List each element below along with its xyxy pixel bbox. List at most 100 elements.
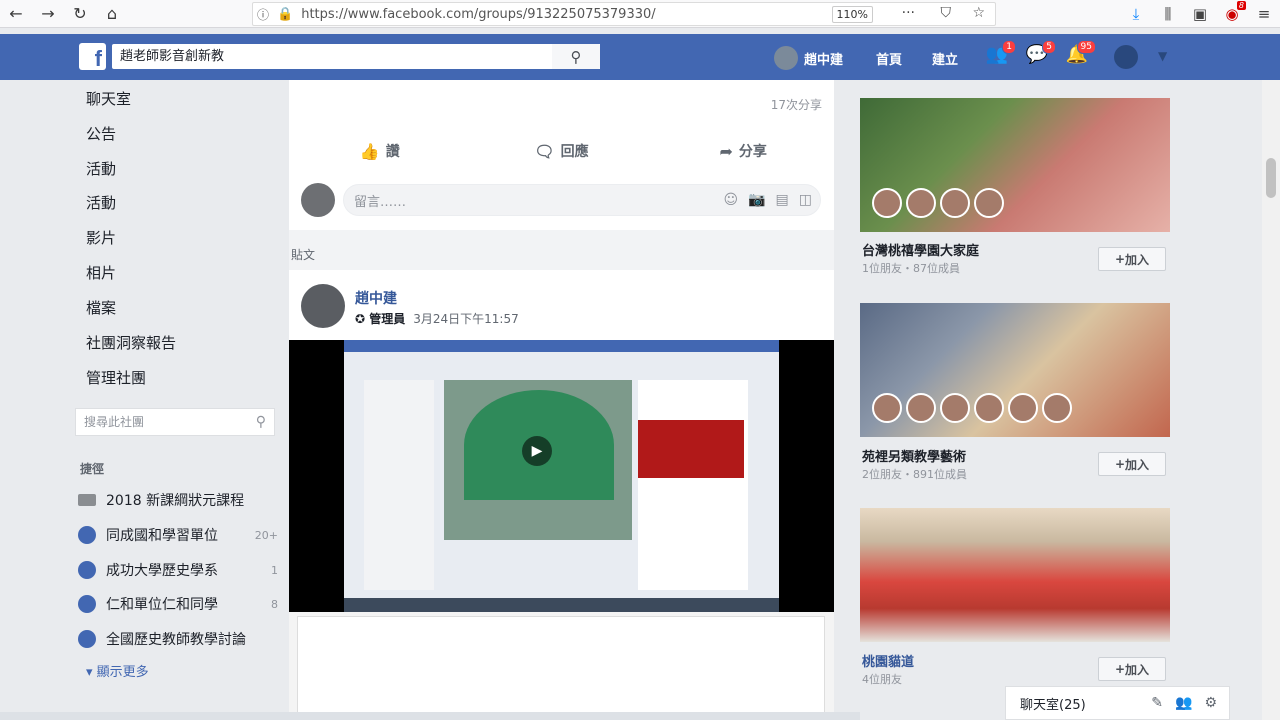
bookmark-star-icon[interactable]: ☆ xyxy=(972,5,985,21)
nav-videos[interactable]: 影片 xyxy=(86,227,116,248)
post-meta: ✪ 管理員 3月24日下午11:57 xyxy=(355,310,519,327)
screen-right-panel xyxy=(638,380,748,590)
messenger-icon[interactable]: 💬 5 xyxy=(1024,40,1056,70)
video-player[interactable]: ▶ xyxy=(289,340,834,612)
camera-icon[interactable]: 📷 xyxy=(748,192,765,208)
avatar[interactable] xyxy=(301,284,345,328)
nav-activity[interactable]: 活動 xyxy=(86,192,116,213)
screen-taskbar xyxy=(344,598,779,612)
nav-files[interactable]: 檔案 xyxy=(86,297,116,318)
screen-photo xyxy=(638,420,744,478)
show-more-link[interactable]: ▾ 顯示更多 xyxy=(86,661,149,680)
group-count: 20+ xyxy=(254,528,278,542)
group-icon xyxy=(78,561,96,579)
play-icon[interactable]: ▶ xyxy=(522,436,552,466)
group-cover-image[interactable] xyxy=(860,303,1170,437)
account-menu-icon[interactable]: ▼ xyxy=(1158,49,1167,63)
page-scrollbar[interactable] xyxy=(1262,80,1280,720)
library-icon[interactable]: ⫼ xyxy=(1152,5,1184,23)
nav-manage-group[interactable]: 管理社團 xyxy=(86,367,146,388)
download-icon[interactable]: ⤓ xyxy=(1120,5,1152,23)
quick-help-icon[interactable] xyxy=(1114,45,1138,69)
create-link[interactable]: 建立 xyxy=(932,49,958,68)
nav-photos[interactable]: 相片 xyxy=(86,262,116,283)
extension-icon[interactable]: ◉ 8 xyxy=(1216,1,1248,23)
group-subtitle: 2位朋友・891位成員 xyxy=(862,468,967,481)
sticker-icon[interactable]: ◫ xyxy=(799,192,812,208)
pocket-icon[interactable]: ⛉ xyxy=(941,5,952,21)
group-search-placeholder: 搜尋此社團 xyxy=(84,415,145,429)
comment-input[interactable]: 留言…… ☺ 📷 ▤ ◫ xyxy=(343,184,821,216)
group-search-input[interactable]: 搜尋此社團 ⚲ xyxy=(75,408,275,436)
browser-toolbar: ← → ↻ ⌂ ⓘ 🔒 https://www.facebook.com/gro… xyxy=(0,0,1280,28)
emoji-icon[interactable]: ☺ xyxy=(723,192,738,208)
zoom-level[interactable]: 110% xyxy=(831,6,873,23)
like-button[interactable]: 👍 讚 xyxy=(289,136,471,166)
video-frame: ▶ xyxy=(344,340,779,612)
shortcut-group[interactable]: 仁和單位仁和同學 8 xyxy=(78,594,278,614)
search-icon[interactable]: ⚲ xyxy=(552,44,600,69)
back-icon[interactable]: ← xyxy=(0,0,32,28)
shortcut-group[interactable]: 同成國和學習單位 20+ xyxy=(78,525,278,545)
facebook-logo[interactable]: f xyxy=(79,43,106,70)
chat-bar[interactable]: 聊天室(25) ✎ 👥 ⚙ xyxy=(1005,686,1230,720)
group-cover-image[interactable] xyxy=(860,98,1170,232)
comment-button[interactable]: 🗨 回應 xyxy=(471,136,653,166)
gif-icon[interactable]: ▤ xyxy=(776,192,789,208)
home-icon[interactable]: ⌂ xyxy=(96,0,128,28)
member-faces xyxy=(872,188,1004,218)
nav-events[interactable]: 活動 xyxy=(86,158,116,179)
shortcut-group[interactable]: 2018 新課綱狀元課程 xyxy=(78,490,278,510)
nav-chatroom[interactable]: 聊天室 xyxy=(86,88,131,109)
overlay-panel xyxy=(289,612,834,720)
join-group-button[interactable]: + 加入 xyxy=(1098,247,1166,271)
profile-link[interactable]: 趙中建 xyxy=(774,46,843,70)
shortcut-group[interactable]: 成功大學歷史學系 1 xyxy=(78,560,278,580)
shortcut-group[interactable]: 全國歷史教師教學討論 xyxy=(78,629,278,649)
url-bar[interactable]: ⓘ 🔒 https://www.facebook.com/groups/9132… xyxy=(252,2,996,26)
share-count[interactable]: 17次分享 xyxy=(771,96,822,113)
group-icon xyxy=(78,630,96,648)
new-message-icon[interactable]: ✎ xyxy=(1151,695,1163,711)
search-input[interactable]: 趙老師影音創新教 xyxy=(112,44,600,69)
forward-icon[interactable]: → xyxy=(32,0,64,28)
facebook-header: f 趙老師影音創新教 ⚲ 趙中建 首頁 建立 👥 1 💬 5 🔔 95 ▼ xyxy=(0,34,1280,80)
group-title[interactable]: 桃園貓道 xyxy=(862,651,914,670)
group-title[interactable]: 苑裡另類教學藝術 xyxy=(862,446,966,465)
join-group-button[interactable]: + 加入 xyxy=(1098,452,1166,476)
group-title[interactable]: 台灣桃禧學園大家庭 xyxy=(862,240,979,259)
role-label: 管理員 xyxy=(369,312,406,326)
group-count: 8 xyxy=(271,597,278,611)
group-cover-image[interactable] xyxy=(860,508,1170,642)
comment-label: 回應 xyxy=(560,144,589,160)
post-actions: 👍 讚 🗨 回應 ➦ 分享 xyxy=(289,136,834,166)
post-timestamp[interactable]: 3月24日下午11:57 xyxy=(413,312,519,326)
post-author[interactable]: 趙中建 xyxy=(355,288,397,308)
nav-announcements[interactable]: 公告 xyxy=(86,123,116,144)
notifications-icon[interactable]: 🔔 95 xyxy=(1064,40,1096,70)
page-actions-icon[interactable]: ··· xyxy=(902,5,915,21)
group-icon xyxy=(78,595,96,613)
nav-insights[interactable]: 社團洞察報告 xyxy=(86,332,176,353)
info-icon[interactable]: ⓘ xyxy=(257,6,269,23)
settings-icon[interactable]: ⚙ xyxy=(1204,695,1217,711)
screen-left-panel xyxy=(364,380,434,590)
friend-requests-icon[interactable]: 👥 1 xyxy=(984,40,1016,70)
group-flag-icon xyxy=(78,494,96,506)
comment-placeholder: 留言…… xyxy=(354,194,407,210)
search-icon[interactable]: ⚲ xyxy=(256,409,266,435)
url-text[interactable]: https://www.facebook.com/groups/91322507… xyxy=(301,7,655,22)
notifications-badge: 95 xyxy=(1076,40,1096,54)
reload-icon[interactable]: ↻ xyxy=(64,0,96,28)
shortcuts-title: 捷徑 xyxy=(80,462,105,476)
menu-icon[interactable]: ≡ xyxy=(1248,5,1280,23)
home-link[interactable]: 首頁 xyxy=(876,49,902,68)
show-more-label: 顯示更多 xyxy=(96,665,149,680)
scrollbar-thumb[interactable] xyxy=(1266,158,1276,198)
share-label: 分享 xyxy=(738,144,767,160)
join-label: 加入 xyxy=(1125,252,1150,267)
sidebar-icon[interactable]: ▣ xyxy=(1184,5,1216,23)
share-button[interactable]: ➦ 分享 xyxy=(652,136,834,166)
group-chat-icon[interactable]: 👥 xyxy=(1175,695,1192,711)
join-group-button[interactable]: + 加入 xyxy=(1098,657,1166,681)
